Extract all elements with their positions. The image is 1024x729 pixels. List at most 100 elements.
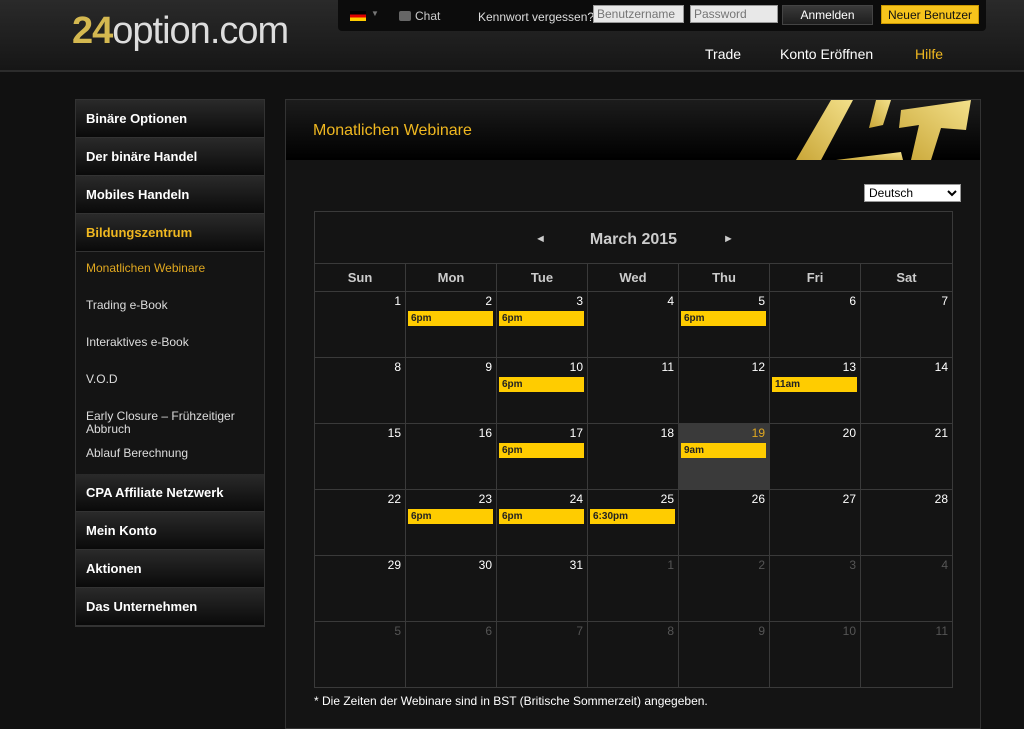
sidebar-item[interactable]: Trading e-Book xyxy=(76,289,264,326)
calendar-day[interactable]: 3 xyxy=(770,556,861,622)
webinar-event[interactable]: 6pm xyxy=(408,509,493,524)
calendar-day[interactable]: 11 xyxy=(588,358,679,424)
calendar-day[interactable]: 25 6:30pm xyxy=(588,490,679,556)
day-number: 22 xyxy=(387,492,401,506)
next-month-button[interactable]: ► xyxy=(723,233,734,245)
day-number: 10 xyxy=(569,360,583,374)
login-button[interactable]: Anmelden xyxy=(782,5,873,25)
calendar-day[interactable]: 7 xyxy=(861,292,952,358)
calendar-day[interactable]: 12 xyxy=(679,358,770,424)
calendar-day[interactable]: 21 xyxy=(861,424,952,490)
webinar-event[interactable]: 11am xyxy=(772,377,857,392)
day-of-week-header: Thu xyxy=(679,264,770,292)
username-input[interactable] xyxy=(593,5,684,23)
sidebar-item[interactable]: Bildungszentrum xyxy=(76,214,264,252)
day-number: 21 xyxy=(934,426,948,440)
calendar-day[interactable]: 3 6pm xyxy=(497,292,588,358)
sidebar-item[interactable]: Monatlichen Webinare xyxy=(76,252,264,289)
day-number: 17 xyxy=(569,426,583,440)
calendar-day[interactable]: 19 9am xyxy=(679,424,770,490)
calendar-day[interactable]: 4 xyxy=(861,556,952,622)
nav-trade[interactable]: Trade xyxy=(705,46,741,62)
day-number: 29 xyxy=(387,558,401,572)
german-flag-icon[interactable] xyxy=(350,11,366,21)
register-button[interactable]: Neuer Benutzer xyxy=(881,5,979,24)
calendar-day[interactable]: 10 xyxy=(770,622,861,688)
sidebar-item[interactable]: Binäre Optionen xyxy=(76,100,264,138)
sidebar-item[interactable]: Aktionen xyxy=(76,550,264,588)
sidebar-item[interactable]: Early Closure – Frühzeitiger Abbruch xyxy=(76,400,264,437)
webinar-event[interactable]: 9am xyxy=(681,443,766,458)
calendar-day[interactable]: 6 xyxy=(770,292,861,358)
webinar-event[interactable]: 6pm xyxy=(499,443,584,458)
sidebar-item[interactable]: CPA Affiliate Netzwerk xyxy=(76,474,264,512)
chat-link[interactable]: Chat xyxy=(399,9,440,23)
password-input[interactable] xyxy=(690,5,778,23)
calendar-day[interactable]: 16 xyxy=(406,424,497,490)
nav-open-account[interactable]: Konto Eröffnen xyxy=(780,46,873,62)
day-number: 18 xyxy=(660,426,674,440)
calendar-day[interactable]: 2 6pm xyxy=(406,292,497,358)
calendar-day[interactable]: 20 xyxy=(770,424,861,490)
calendar-day[interactable]: 10 6pm xyxy=(497,358,588,424)
webinar-event[interactable]: 6pm xyxy=(681,311,766,326)
day-number: 6 xyxy=(849,294,856,308)
calendar-day[interactable]: 24 6pm xyxy=(497,490,588,556)
language-select[interactable]: Deutsch xyxy=(864,184,961,202)
calendar-day[interactable]: 1 xyxy=(588,556,679,622)
calendar-day[interactable]: 30 xyxy=(406,556,497,622)
calendar-day[interactable]: 5 xyxy=(315,622,406,688)
sidebar-item[interactable]: Mobiles Handeln xyxy=(76,176,264,214)
calendar-day[interactable]: 29 xyxy=(315,556,406,622)
webinar-event[interactable]: 6pm xyxy=(408,311,493,326)
calendar-day[interactable]: 9 xyxy=(679,622,770,688)
calendar-day[interactable]: 17 6pm xyxy=(497,424,588,490)
webinar-event[interactable]: 6pm xyxy=(499,311,584,326)
sidebar-item[interactable]: Das Unternehmen xyxy=(76,588,264,626)
sidebar-item[interactable]: Interaktives e-Book xyxy=(76,326,264,363)
day-number: 16 xyxy=(478,426,492,440)
calendar-day[interactable]: 2 xyxy=(679,556,770,622)
chevron-down-icon[interactable]: ▼ xyxy=(371,9,379,18)
day-number: 10 xyxy=(842,624,856,638)
calendar-day[interactable]: 15 xyxy=(315,424,406,490)
calendar-day[interactable]: 8 xyxy=(588,622,679,688)
top-bar: ▼ Chat Kennwort vergessen? Anmelden Neue… xyxy=(338,0,986,31)
calendar-day[interactable]: 23 6pm xyxy=(406,490,497,556)
calendar-day[interactable]: 4 xyxy=(588,292,679,358)
day-number: 31 xyxy=(569,558,583,572)
calendar-day[interactable]: 18 xyxy=(588,424,679,490)
calendar-day[interactable]: 31 xyxy=(497,556,588,622)
header: 24option.com ▼ Chat Kennwort vergessen? … xyxy=(0,0,1024,72)
calendar-day[interactable]: 7 xyxy=(497,622,588,688)
sidebar-item[interactable]: Mein Konto xyxy=(76,512,264,550)
logo[interactable]: 24option.com xyxy=(72,10,289,53)
brand-logo-graphic xyxy=(796,100,971,160)
sidebar-item[interactable]: V.O.D xyxy=(76,363,264,400)
calendar-day[interactable]: 13 11am xyxy=(770,358,861,424)
calendar-day[interactable]: 14 xyxy=(861,358,952,424)
calendar-day[interactable]: 26 xyxy=(679,490,770,556)
day-of-week-header: Sun xyxy=(315,264,406,292)
sidebar-item[interactable]: Der binäre Handel xyxy=(76,138,264,176)
sidebar-item[interactable]: Ablauf Berechnung xyxy=(76,437,264,474)
day-number: 26 xyxy=(751,492,765,506)
nav-help[interactable]: Hilfe xyxy=(915,46,943,62)
calendar-day[interactable]: 22 xyxy=(315,490,406,556)
calendar-day[interactable]: 8 xyxy=(315,358,406,424)
calendar-day[interactable]: 5 6pm xyxy=(679,292,770,358)
calendar-day[interactable]: 6 xyxy=(406,622,497,688)
calendar-day[interactable]: 1 xyxy=(315,292,406,358)
day-number: 12 xyxy=(751,360,765,374)
calendar-day[interactable]: 27 xyxy=(770,490,861,556)
calendar-day[interactable]: 11 xyxy=(861,622,952,688)
webinar-event[interactable]: 6pm xyxy=(499,509,584,524)
day-of-week-header: Tue xyxy=(497,264,588,292)
calendar-day[interactable]: 28 xyxy=(861,490,952,556)
day-number: 8 xyxy=(394,360,401,374)
day-number: 4 xyxy=(667,294,674,308)
webinar-event[interactable]: 6:30pm xyxy=(590,509,675,524)
webinar-event[interactable]: 6pm xyxy=(499,377,584,392)
forgot-password-link[interactable]: Kennwort vergessen? xyxy=(478,10,594,24)
calendar-day[interactable]: 9 xyxy=(406,358,497,424)
